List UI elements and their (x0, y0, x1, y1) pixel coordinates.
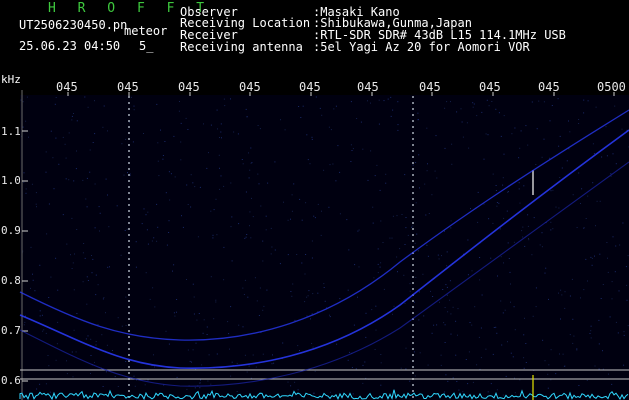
spectrogram-plot (19, 90, 629, 400)
spectrogram-window: H R O F F T UT2506230450.pn meteor 25.06… (0, 0, 629, 400)
